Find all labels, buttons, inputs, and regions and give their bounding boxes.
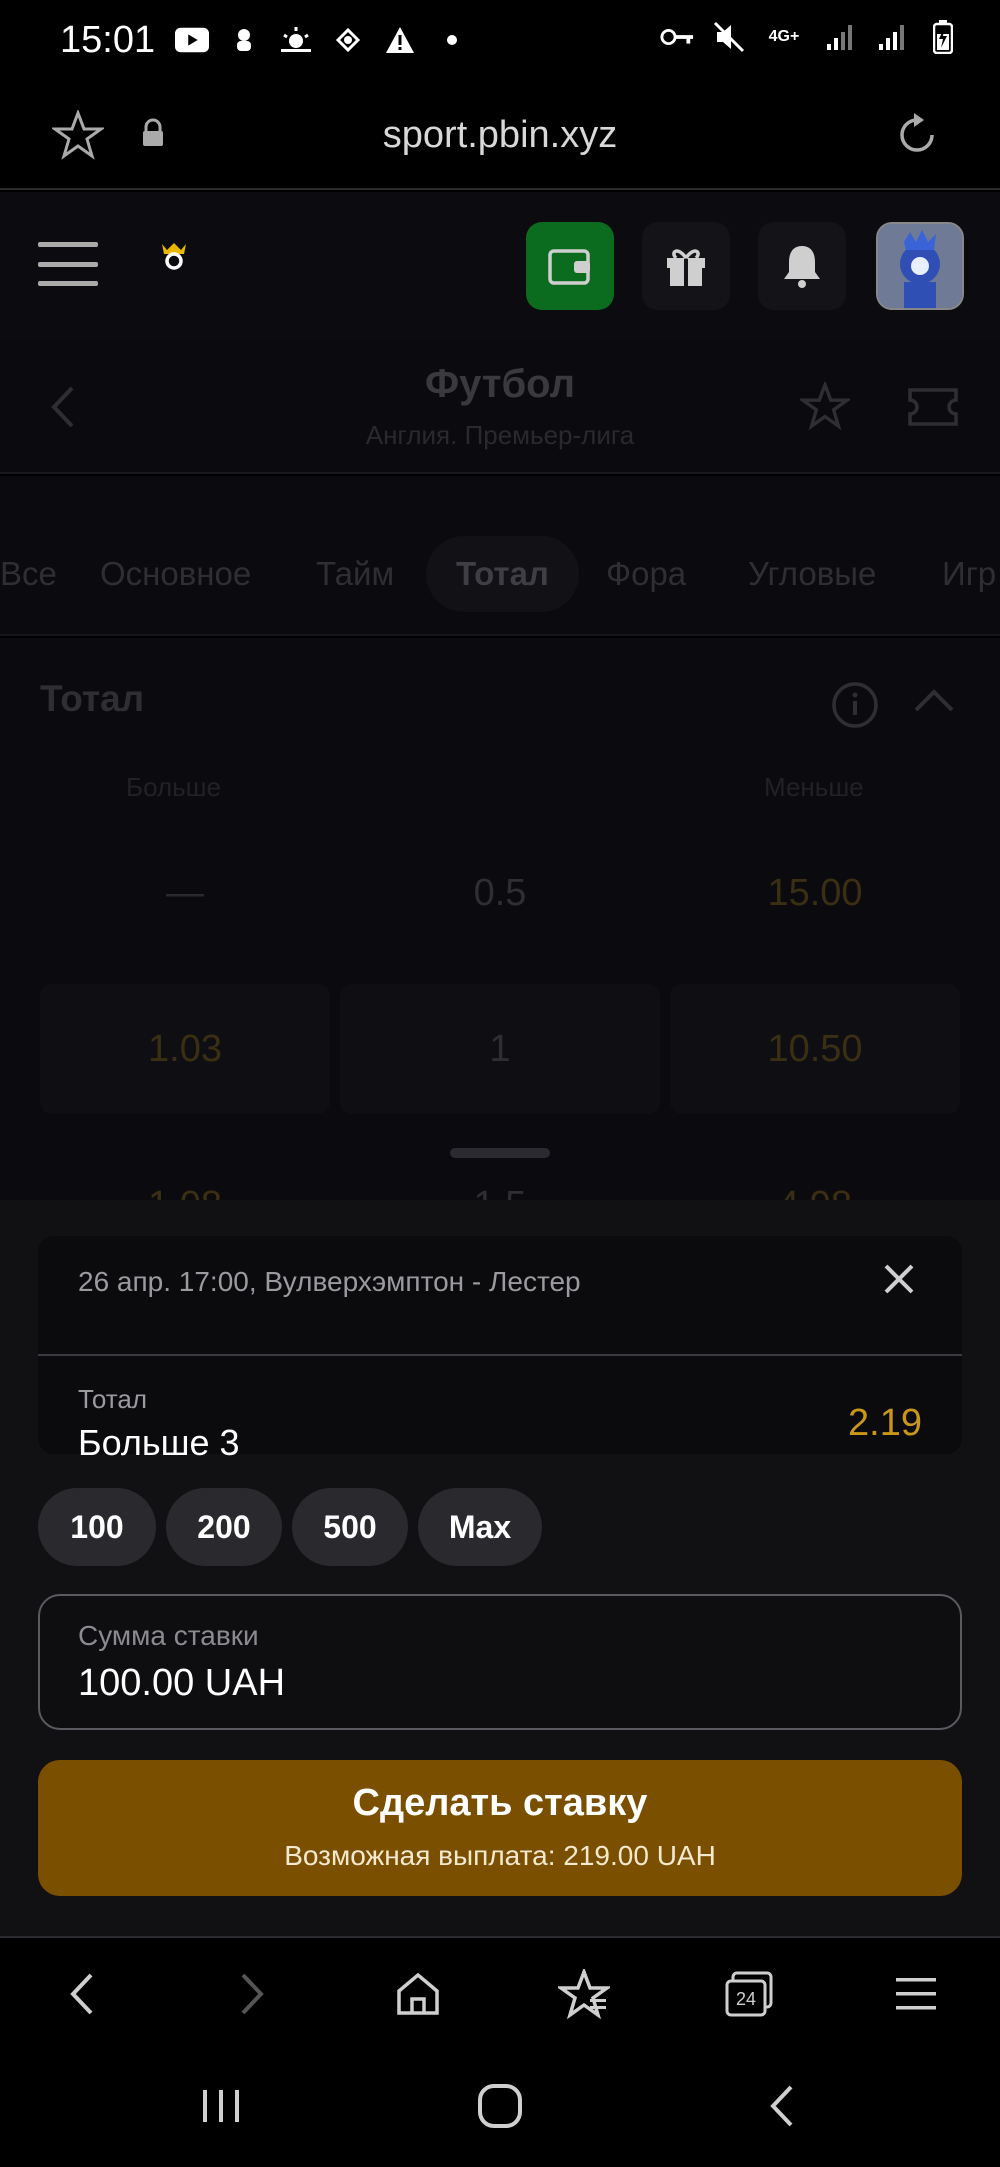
browser-back-icon[interactable]: [54, 1966, 110, 2022]
stake-label: Сумма ставки: [78, 1620, 259, 1651]
bell-icon: [784, 246, 820, 288]
app-icon: [331, 23, 365, 57]
info-icon[interactable]: [830, 680, 880, 735]
tab-total[interactable]: Тотал: [426, 536, 579, 612]
recent-apps-icon[interactable]: [192, 2076, 252, 2136]
quick-amount-max[interactable]: Max: [418, 1488, 542, 1566]
total-line: 0.5: [473, 871, 527, 914]
over-odd[interactable]: 1.03: [40, 984, 330, 1114]
page-header: Футбол Англия. Премьер-лига: [0, 342, 1000, 474]
bet-slip-card: 26 апр. 17:00, Вулверхэмптон - Лестер То…: [38, 1236, 962, 1463]
warning-icon: [383, 23, 417, 57]
notification-icons: [175, 23, 469, 57]
quick-amount-100[interactable]: 100: [38, 1488, 156, 1566]
over-odd: —: [166, 871, 204, 914]
tab-games[interactable]: Игр: [912, 536, 1000, 612]
odds-row: 1.03 1 10.50: [40, 984, 960, 1114]
coupon-icon[interactable]: [906, 386, 960, 433]
page-subtitle: Англия. Премьер-лига: [365, 420, 635, 450]
column-over-label: Больше: [126, 772, 221, 802]
home-button-icon[interactable]: [470, 2076, 530, 2136]
favorite-star-icon[interactable]: [797, 380, 853, 435]
dot-icon: [435, 23, 469, 57]
browser-url-bar: sport.pbin.xyz: [0, 80, 1000, 190]
browser-toolbar: 24: [0, 1936, 1000, 2046]
place-bet-button[interactable]: Сделать ставку Возможная выплата: 219.00…: [38, 1760, 962, 1896]
status-bar: 15:01 4G+: [0, 0, 1000, 80]
chevron-up-icon[interactable]: [912, 686, 956, 721]
quick-amount-200[interactable]: 200: [166, 1488, 282, 1566]
reload-icon[interactable]: [892, 110, 942, 165]
svg-text:24: 24: [736, 1989, 756, 2009]
total-line: 1: [340, 984, 660, 1114]
gift-icon: [667, 249, 705, 286]
stake-input[interactable]: Сумма ставки 100.00 UAH: [38, 1594, 962, 1730]
signal-2-icon: [874, 20, 908, 54]
sheet-drag-handle[interactable]: [450, 1148, 550, 1158]
vpn-key-icon: [660, 20, 694, 54]
close-icon[interactable]: [880, 1260, 918, 1303]
home-icon[interactable]: [390, 1966, 446, 2022]
status-time: 15:01: [60, 18, 156, 61]
system-back-icon[interactable]: [752, 2076, 812, 2136]
wallet-button[interactable]: [526, 222, 614, 310]
avatar[interactable]: [876, 222, 964, 310]
network-type-icon: 4G+: [768, 28, 800, 45]
bet-market-label: Тотал: [78, 1384, 147, 1414]
browser-menu-icon[interactable]: [888, 1966, 944, 2022]
notifications-button[interactable]: [758, 222, 846, 310]
stake-value[interactable]: 100.00 UAH: [78, 1662, 285, 1705]
tabs-icon[interactable]: 24: [722, 1966, 778, 2022]
browser-forward-icon[interactable]: [224, 1966, 280, 2022]
total-market: Тотал Больше Меньше — 0.5 15.00 1.03 1 1…: [0, 638, 1000, 1238]
bet-selection: Больше 3: [78, 1422, 240, 1463]
market-tabs: Все Основное Тайм Тотал Фора Угловые Игр: [0, 476, 1000, 636]
place-bet-label: Сделать ставку: [352, 1782, 648, 1824]
youtube-icon: [175, 23, 210, 57]
tab-main[interactable]: Основное: [70, 536, 281, 612]
wallet-icon: [548, 249, 590, 285]
menu-icon[interactable]: [38, 242, 98, 286]
gift-button[interactable]: [642, 222, 730, 310]
bookmarks-icon[interactable]: [556, 1966, 612, 2022]
mute-icon: [712, 20, 746, 54]
signal-1-icon: [822, 20, 856, 54]
system-navigation-bar: [0, 2046, 1000, 2167]
column-under-label: Меньше: [764, 772, 864, 802]
under-odd[interactable]: 10.50: [670, 984, 960, 1114]
page-title: Футбол: [424, 362, 576, 406]
tab-half[interactable]: Тайм: [286, 536, 424, 612]
url-text[interactable]: sport.pbin.xyz: [0, 114, 1000, 157]
site-logo-icon[interactable]: [160, 240, 188, 275]
divider: [38, 1354, 962, 1356]
battery-charging-icon: [926, 20, 960, 54]
bet-odds: 2.19: [848, 1402, 922, 1444]
app-notification-icon: [227, 23, 261, 57]
weather-icon: [279, 23, 313, 57]
tab-handicap[interactable]: Фора: [576, 536, 716, 612]
odds-row: — 0.5 15.00: [40, 828, 960, 958]
system-icons: 4G+: [660, 20, 960, 54]
event-name: 26 апр. 17:00, Вулверхэмптон - Лестер: [78, 1266, 581, 1297]
site-header: [0, 192, 1000, 342]
bet-slip: 26 апр. 17:00, Вулверхэмптон - Лестер То…: [0, 1200, 1000, 1938]
market-title: Тотал: [40, 678, 145, 719]
quick-amount-500[interactable]: 500: [292, 1488, 408, 1566]
under-odd[interactable]: 15.00: [670, 828, 960, 958]
tab-corners[interactable]: Угловые: [718, 536, 906, 612]
possible-payout: Возможная выплата: 219.00 UAH: [284, 1840, 716, 1871]
